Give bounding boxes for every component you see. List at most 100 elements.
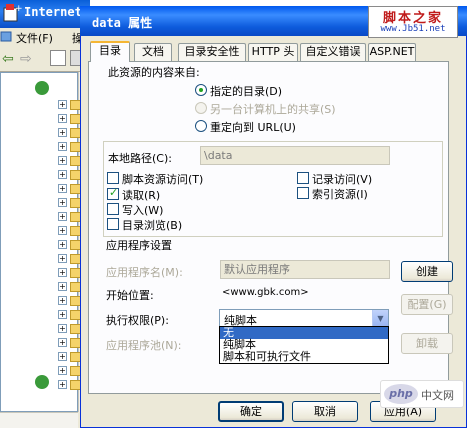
tree-node[interactable]: + <box>58 352 84 362</box>
radio-redirect-url[interactable] <box>195 120 207 132</box>
tree-node[interactable]: + <box>58 114 84 124</box>
tree-node[interactable]: + <box>58 296 84 306</box>
iis-title-text: Internet <box>24 5 82 19</box>
tab-documents[interactable]: 文档 <box>134 43 172 61</box>
tree-node[interactable]: + <box>58 184 84 194</box>
tree-node[interactable]: + <box>58 338 84 348</box>
back-arrow-icon[interactable]: ⇦ <box>2 51 14 67</box>
expand-icon[interactable]: + <box>58 184 67 193</box>
tree-node[interactable]: + <box>58 310 84 320</box>
tree-node[interactable]: + <box>58 170 84 180</box>
checkbox-write[interactable] <box>107 203 119 215</box>
checkbox-script-source-label: 脚本资源访问(T) <box>122 173 204 186</box>
tree-node[interactable]: + <box>58 282 84 292</box>
app-menu-icon[interactable] <box>0 30 12 43</box>
expand-icon[interactable]: + <box>58 352 67 361</box>
app-pool-label: 应用程序池(N): <box>106 339 182 352</box>
tree-node[interactable]: + <box>58 324 84 334</box>
exec-permissions-label: 执行权限(P): <box>106 314 169 327</box>
local-path-label: 本地路径(C): <box>108 152 172 165</box>
checkbox-index-resource[interactable] <box>297 187 309 199</box>
radio-network-share[interactable] <box>195 102 207 114</box>
checkbox-read[interactable]: ✓ <box>107 186 119 200</box>
expand-icon[interactable]: + <box>58 310 67 319</box>
create-button[interactable]: 创建 <box>401 261 453 282</box>
tree-node[interactable]: + <box>58 100 84 110</box>
expand-icon[interactable]: + <box>58 114 67 123</box>
ok-button[interactable]: 确定 <box>218 401 284 422</box>
expand-icon[interactable]: + <box>58 226 67 235</box>
tree-node[interactable]: + <box>58 254 84 264</box>
chevron-down-icon[interactable]: ▼ <box>372 310 388 327</box>
app-icon: + <box>2 2 24 24</box>
tree-node[interactable]: + <box>58 156 84 166</box>
expand-icon[interactable]: + <box>58 198 67 207</box>
toolbar: ⇦ ⇨ <box>0 46 90 72</box>
forward-arrow-icon[interactable]: ⇨ <box>20 51 32 67</box>
site-watermark: 脚本之家 www.Jb51.net <box>368 6 458 38</box>
watermark-url: www.Jb51.net <box>380 24 446 34</box>
php-watermark: php 中文网 <box>380 380 464 408</box>
exec-option-scripts-executables[interactable]: 脚本和可执行文件 <box>220 351 388 363</box>
radio-redirect-url-label: 重定向到 URL(U) <box>210 121 296 134</box>
expand-icon[interactable]: + <box>58 366 67 375</box>
content-source-label: 此资源的内容来自: <box>108 66 200 79</box>
tab-directory[interactable]: 目录 <box>90 41 130 62</box>
tree-node[interactable]: + <box>58 198 84 208</box>
app-name-field[interactable]: 默认应用程序 <box>220 260 390 279</box>
tree-node[interactable]: + <box>58 212 84 222</box>
up-folder-icon[interactable] <box>50 50 66 66</box>
expand-icon[interactable]: + <box>58 100 67 109</box>
expand-icon[interactable]: + <box>58 170 67 179</box>
dialog-title: data 属性 <box>92 16 153 30</box>
checkbox-script-source[interactable] <box>107 172 119 184</box>
tree-node[interactable]: + <box>58 366 84 376</box>
php-logo: php <box>384 384 418 404</box>
radio-specified-directory[interactable] <box>195 84 207 96</box>
tree-node[interactable]: + <box>58 380 84 390</box>
app-name-label: 应用程序名(M): <box>106 266 183 279</box>
expand-icon[interactable]: + <box>58 142 67 151</box>
checkbox-log-visits-label: 记录访问(V) <box>312 173 373 186</box>
expand-icon[interactable]: + <box>58 128 67 137</box>
checkbox-directory-browsing-label: 目录浏览(B) <box>122 219 183 232</box>
checkbox-write-label: 写入(W) <box>122 204 164 217</box>
app-settings-heading: 应用程序设置 <box>106 239 172 252</box>
expand-icon[interactable]: + <box>58 268 67 277</box>
menu-file[interactable]: 文件(F) <box>16 30 53 46</box>
expand-icon[interactable]: + <box>58 254 67 263</box>
config-button[interactable]: 配置(G) <box>401 294 453 315</box>
local-path-field[interactable]: \data <box>200 146 390 165</box>
checkbox-log-visits[interactable] <box>297 172 309 184</box>
radio-network-share-label: 另一台计算机上的共享(S) <box>210 103 336 116</box>
tree-node[interactable]: + <box>58 128 84 138</box>
expand-icon[interactable]: + <box>58 212 67 221</box>
php-watermark-text: 中文网 <box>421 389 454 402</box>
tree-node[interactable]: + <box>58 226 84 236</box>
iis-title-bar[interactable]: + Internet <box>0 0 90 28</box>
tab-aspnet[interactable]: ASP.NET <box>368 43 416 61</box>
cancel-button[interactable]: 取消 <box>292 401 358 422</box>
expand-icon[interactable]: + <box>58 156 67 165</box>
expand-icon[interactable]: + <box>58 380 67 389</box>
menu-bar: 文件(F) 操 <box>0 28 90 46</box>
tree-horizontal-scrollbar[interactable] <box>0 412 78 428</box>
tree-node[interactable]: + <box>58 142 84 152</box>
expand-icon[interactable]: + <box>58 240 67 249</box>
exec-permissions-dropdown-list: 无 纯脚本 脚本和可执行文件 <box>219 326 389 364</box>
tab-custom-errors[interactable]: 自定义错误 <box>300 43 366 61</box>
tab-http-headers[interactable]: HTTP 头 <box>248 43 298 61</box>
expand-icon[interactable]: + <box>58 296 67 305</box>
unload-button[interactable]: 卸载 <box>401 333 453 354</box>
tree-node[interactable]: + <box>58 240 84 250</box>
tree-node[interactable]: + <box>58 268 84 278</box>
expand-icon[interactable]: + <box>58 338 67 347</box>
checkbox-index-resource-label: 索引资源(I) <box>312 188 368 201</box>
checkbox-read-label: 读取(R) <box>122 189 161 202</box>
tab-directory-security[interactable]: 目录安全性 <box>178 43 246 61</box>
radio-specified-directory-label: 指定的目录(D) <box>210 85 283 98</box>
globe-icon <box>35 375 49 389</box>
checkbox-directory-browsing[interactable] <box>107 218 119 230</box>
expand-icon[interactable]: + <box>58 324 67 333</box>
expand-icon[interactable]: + <box>58 282 67 291</box>
